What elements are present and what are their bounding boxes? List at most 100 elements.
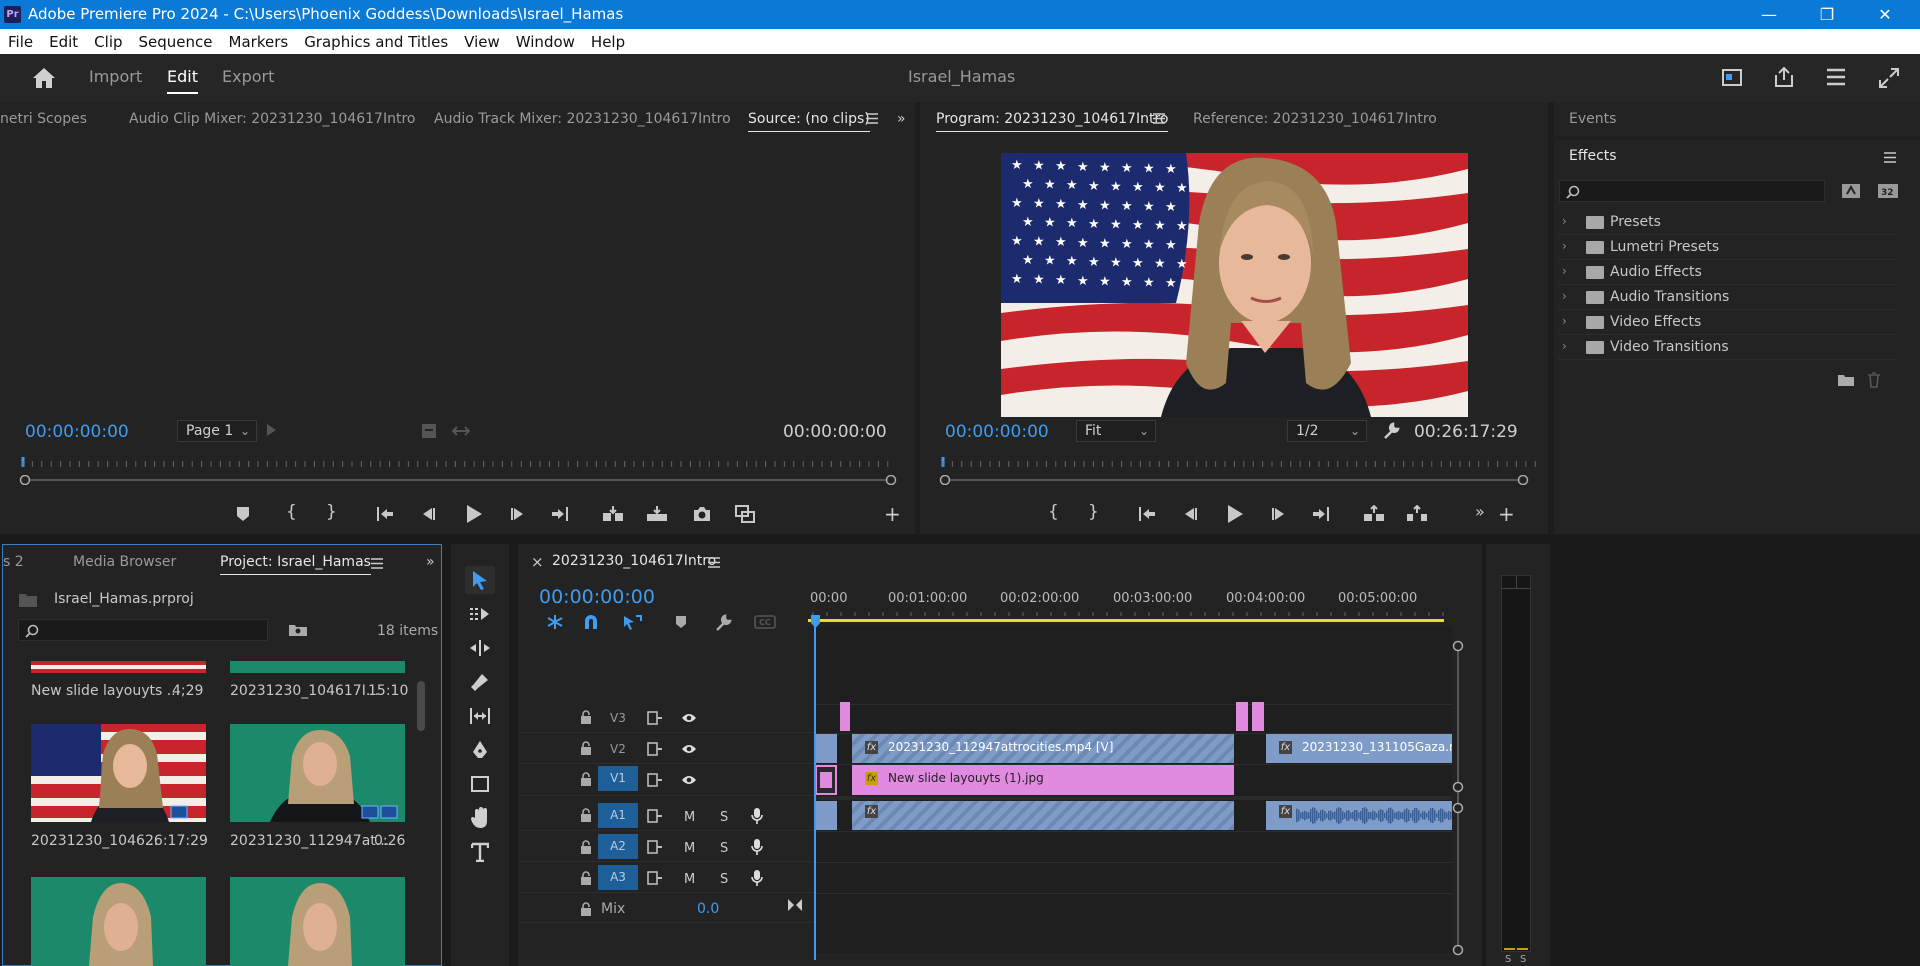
ripple-edit-tool-icon[interactable]: [465, 634, 495, 662]
mute-a3-button[interactable]: M: [684, 872, 695, 887]
program-timecode[interactable]: 00:00:00:00: [945, 422, 1049, 442]
close-sequence-icon[interactable]: ×: [531, 553, 544, 571]
add-marker-icon[interactable]: [236, 506, 252, 522]
type-tool-icon[interactable]: [465, 838, 495, 866]
track-label-v2[interactable]: V2: [610, 742, 626, 756]
project-thumb-5[interactable]: [31, 877, 206, 966]
toggle-sync-lock-icon[interactable]: [647, 711, 663, 725]
clip-v3-a[interactable]: [840, 702, 850, 731]
toggle-sync-lock-icon[interactable]: [647, 809, 663, 823]
program-panel-menu-icon[interactable]: [1153, 113, 1165, 124]
fit-select[interactable]: Fit ⌄: [1076, 420, 1156, 442]
mute-a1-button[interactable]: M: [684, 810, 695, 825]
effects-folder-lumetri-presets[interactable]: › Lumetri Presets: [1558, 235, 1896, 260]
snap-icon[interactable]: [582, 614, 600, 630]
lock-icon[interactable]: [580, 902, 592, 916]
program-add-button-icon[interactable]: +: [1498, 502, 1515, 526]
drag-video-icon[interactable]: [452, 424, 470, 438]
find-icon[interactable]: [288, 623, 308, 637]
mark-in-icon[interactable]: {: [286, 502, 297, 522]
tab-project[interactable]: Project: Israel_Hamas: [220, 554, 371, 575]
microphone-icon[interactable]: [751, 869, 763, 887]
track-label-v3[interactable]: V3: [610, 711, 626, 725]
toggle-sync-lock-icon[interactable]: [647, 773, 663, 787]
program-play-icon[interactable]: [1226, 504, 1244, 524]
microphone-icon[interactable]: [751, 838, 763, 856]
panel-menu-icon[interactable]: [866, 113, 878, 124]
project-thumb-6[interactable]: [230, 877, 405, 966]
project-thumb-3[interactable]: [31, 724, 206, 822]
effects-search-input[interactable]: [1559, 180, 1825, 202]
tab-audio-clip-mixer[interactable]: Audio Clip Mixer: 20231230_104617Intro: [129, 111, 415, 127]
track-label-v1[interactable]: V1: [598, 766, 638, 791]
overwrite-icon[interactable]: [646, 505, 668, 523]
project-panel-menu-icon[interactable]: [371, 558, 383, 569]
nest-icon[interactable]: [545, 614, 565, 630]
tab-export[interactable]: Export: [222, 67, 274, 86]
clip-v1-slide[interactable]: fx New slide layouyts (1).jpg: [852, 765, 1234, 795]
track-label-a1[interactable]: A1: [598, 803, 638, 828]
captions-icon[interactable]: CC: [754, 615, 776, 629]
program-go-to-out-icon[interactable]: [1312, 506, 1330, 522]
effects-folder-video-effects[interactable]: › Video Effects: [1558, 310, 1896, 335]
tab-lumetri-scopes[interactable]: netri Scopes: [0, 111, 87, 127]
mute-a2-button[interactable]: M: [684, 841, 695, 856]
effects-folder-presets[interactable]: › Presets: [1558, 210, 1896, 235]
lock-icon[interactable]: [580, 840, 592, 854]
toggle-sync-lock-icon[interactable]: [647, 871, 663, 885]
timeline-vertical-scrollbar[interactable]: [1452, 640, 1464, 960]
accelerated-effects-icon[interactable]: [1841, 181, 1861, 199]
timeline-settings-icon[interactable]: [714, 614, 732, 632]
timeline-ruler[interactable]: 00:00 00:01:00:00 00:02:00:00 00:03:00:0…: [808, 586, 1448, 622]
program-step-forward-icon[interactable]: [1271, 506, 1287, 522]
rectangle-tool-icon[interactable]: [465, 770, 495, 798]
track-select-tool-icon[interactable]: [465, 600, 495, 628]
program-time-ruler[interactable]: [938, 457, 1548, 469]
32bit-effects-icon[interactable]: 32: [1877, 181, 1899, 199]
tab-effects-controls-2[interactable]: s 2: [3, 554, 24, 570]
tab-media-browser[interactable]: Media Browser: [73, 554, 176, 570]
export-frame-icon[interactable]: [692, 505, 712, 523]
minimize-button[interactable]: —: [1740, 0, 1798, 29]
fullscreen-icon[interactable]: [1878, 67, 1900, 89]
effects-folder-audio-effects[interactable]: › Audio Effects: [1558, 260, 1896, 285]
menu-view[interactable]: View: [456, 33, 508, 51]
razor-tool-icon[interactable]: [465, 668, 495, 696]
project-thumb-4[interactable]: [230, 724, 405, 822]
restore-button[interactable]: ❐: [1798, 0, 1856, 29]
meter-solo-left[interactable]: S: [1505, 954, 1511, 965]
clip-a1-lead[interactable]: [815, 801, 837, 830]
timeline-timecode[interactable]: 00:00:00:00: [539, 586, 655, 608]
program-overflow-icon[interactable]: »: [1475, 502, 1485, 521]
program-video-frame[interactable]: ★ ★ ★ ★ ★ ★ ★ ★ ★ ★ ★ ★ ★ ★ ★ ★ ★ ★ ★ ★ ★ ★ ★ ★ ★ ★ ★ ★ ★ ★ ★ ★ ★ ★ ★ ★ ★ ★ ★ ★…: [1001, 153, 1468, 417]
source-zoom-bar[interactable]: [19, 475, 897, 485]
overflow-chevron-icon[interactable]: »: [897, 111, 906, 127]
menu-window[interactable]: Window: [508, 33, 583, 51]
linked-selection-icon[interactable]: [622, 614, 642, 630]
menu-file[interactable]: File: [0, 33, 41, 51]
go-to-in-icon[interactable]: [376, 506, 394, 522]
quick-export-icon[interactable]: [1722, 67, 1744, 87]
track-label-a2[interactable]: A2: [598, 834, 638, 859]
delete-icon[interactable]: [1867, 372, 1881, 388]
clip-v3-b[interactable]: [1236, 702, 1248, 731]
toggle-sync-lock-icon[interactable]: [647, 742, 663, 756]
effects-menu-icon[interactable]: [1884, 152, 1896, 163]
program-mark-out-icon[interactable]: }: [1088, 502, 1099, 522]
eye-icon[interactable]: [681, 774, 697, 786]
clip-v2-gaza[interactable]: fx 20231230_131105Gaza.mp4: [1266, 734, 1452, 763]
tab-sequence[interactable]: 20231230_104617Intro: [552, 553, 716, 569]
go-to-out-icon[interactable]: [551, 506, 569, 522]
button-editor-icon[interactable]: [735, 505, 755, 523]
close-window-button[interactable]: ✕: [1856, 0, 1914, 29]
eye-icon[interactable]: [681, 743, 697, 755]
home-icon[interactable]: [32, 67, 56, 89]
sequence-menu-icon[interactable]: [708, 557, 720, 568]
selection-tool-icon[interactable]: [465, 566, 495, 594]
tab-edit[interactable]: Edit: [167, 67, 198, 94]
pen-tool-icon[interactable]: [465, 736, 495, 764]
lock-icon[interactable]: [580, 741, 592, 755]
tab-effects[interactable]: Effects: [1569, 148, 1617, 164]
share-icon[interactable]: [1773, 66, 1795, 88]
clip-v1-lead[interactable]: [815, 765, 837, 795]
